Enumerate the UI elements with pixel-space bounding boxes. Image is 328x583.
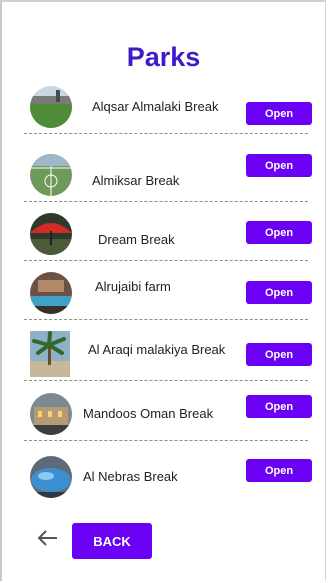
park-row-4: Alrujaibi farm Open: [24, 266, 312, 320]
park-name: Mandoos Oman Break: [83, 406, 214, 421]
park-name: Alqsar Almalaki Break: [92, 99, 219, 114]
page-title: Parks: [126, 42, 201, 72]
park-row-2: Almiksar Break Open: [24, 148, 312, 202]
open-button[interactable]: Open: [246, 281, 312, 304]
arrow-left-icon[interactable]: [36, 526, 60, 550]
open-button[interactable]: Open: [246, 154, 312, 177]
row-separator: [24, 440, 308, 441]
open-button[interactable]: Open: [246, 395, 312, 418]
park-row-5: Al Araqi malakiya Break Open: [24, 327, 312, 381]
park-name: Alrujaibi farm: [95, 279, 171, 294]
row-separator: [24, 133, 308, 134]
park-photo-red-umbrella: [30, 213, 72, 255]
park-photo-grass-field: [30, 86, 72, 128]
open-button[interactable]: Open: [246, 221, 312, 244]
row-separator: [24, 380, 308, 381]
park-photo-pool-blue: [30, 456, 72, 498]
park-photo-pool: [30, 272, 72, 314]
row-separator: [24, 319, 308, 320]
row-separator: [24, 201, 308, 202]
park-name: Almiksar Break: [92, 173, 180, 188]
open-button[interactable]: Open: [246, 459, 312, 482]
park-name: Al Nebras Break: [83, 469, 178, 484]
park-photo-palm-courtyard: [30, 331, 70, 377]
open-button[interactable]: Open: [246, 102, 312, 125]
park-row-1: Alqsar Almalaki Break Open: [24, 80, 312, 134]
park-row-6: Mandoos Oman Break Open: [24, 387, 312, 441]
park-name: Al Araqi malakiya Break: [88, 342, 226, 357]
app-screen: Parks Alqsar Almalaki Break Open Almiksa…: [0, 0, 326, 581]
park-row-3: Dream Break Open: [24, 207, 312, 261]
park-row-7: Al Nebras Break Open: [24, 450, 312, 504]
park-name: Dream Break: [98, 232, 175, 247]
park-photo-football-field: [30, 154, 72, 196]
park-photo-building-night: [30, 393, 72, 435]
open-button[interactable]: Open: [246, 343, 312, 366]
back-button[interactable]: BACK: [72, 523, 152, 559]
